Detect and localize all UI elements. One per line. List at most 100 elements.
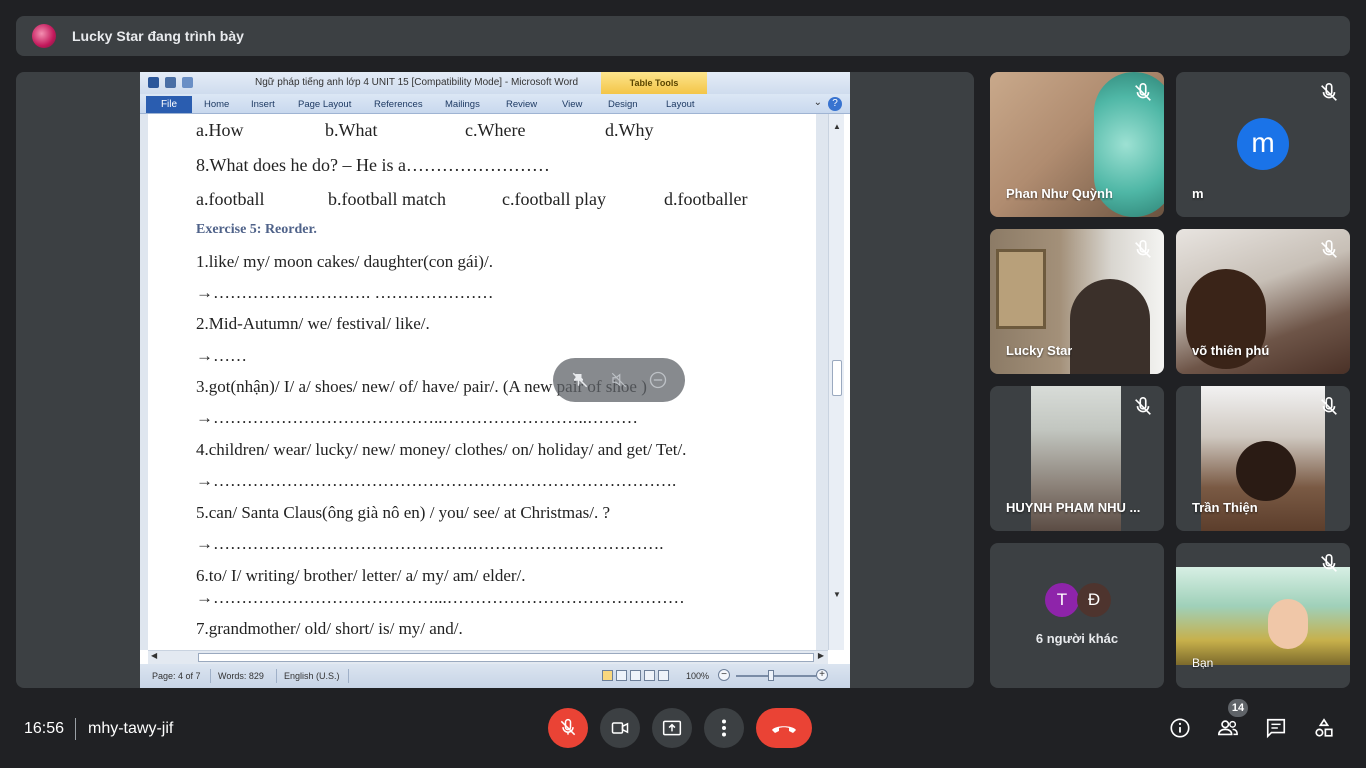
wall-picture <box>996 249 1046 329</box>
participant-tile[interactable]: Trần Thiện <box>1176 386 1350 531</box>
participant-tile[interactable]: HUYNH PHAM NHU ... <box>990 386 1164 531</box>
bottom-bar: 16:56 mhy-tawy-jif 14 <box>0 696 1366 768</box>
person-silhouette <box>1070 279 1150 374</box>
presenting-banner: Lucky Star đang trình bày <box>16 16 1350 56</box>
participant-name: Lucky Star <box>1006 343 1073 358</box>
others-tile[interactable]: T Đ 6 người khác <box>990 543 1164 688</box>
vertical-scrollbar: ▲ ▼ <box>828 114 844 650</box>
language-indicator: English (U.S.) <box>284 671 340 681</box>
divider <box>75 718 76 740</box>
tab-insert: Insert <box>251 99 275 110</box>
participant-name: HUYNH PHAM NHU ... <box>1006 500 1141 515</box>
scroll-right-icon: ▶ <box>817 651 824 660</box>
person-silhouette <box>1236 441 1296 501</box>
doc-line: →……………………………………….……………………………. <box>196 534 664 553</box>
participant-name: m <box>1192 186 1204 201</box>
q7-option-c: c.Where <box>465 120 526 140</box>
mic-off-icon <box>560 718 576 736</box>
meeting-details-button[interactable] <box>1166 714 1194 742</box>
tab-mailings: Mailings <box>445 99 480 110</box>
view-buttons <box>602 670 669 681</box>
people-icon <box>1218 720 1238 736</box>
present-screen-button[interactable] <box>652 708 692 748</box>
pin-off-icon[interactable] <box>569 369 591 391</box>
person-silhouette <box>1268 599 1308 649</box>
q8-option-d: d.footballer <box>664 189 748 209</box>
participant-name: Phan Như Quỳnh <box>1006 186 1113 201</box>
doc-line: →………………………. ………………… <box>196 283 494 302</box>
q8-option-b: b.football match <box>328 189 446 209</box>
mic-off-icon <box>1135 240 1151 258</box>
tab-review: Review <box>506 99 538 110</box>
activities-button[interactable] <box>1310 714 1338 742</box>
q8-question: 8.What does he do? – He is a…………………… <box>196 155 550 175</box>
tab-view: View <box>562 99 583 110</box>
participant-avatar: m <box>1237 118 1289 170</box>
scroll-thumb <box>832 360 842 396</box>
self-tile[interactable]: Bạn <box>1176 543 1350 688</box>
presenting-text: Lucky Star đang trình bày <box>72 28 244 44</box>
doc-left-margin <box>140 114 148 650</box>
volume-off-icon[interactable] <box>608 369 630 391</box>
more-vert-icon <box>722 719 726 737</box>
status-divider <box>348 669 349 683</box>
outline-icon <box>644 670 655 681</box>
scroll-up-icon: ▲ <box>833 122 841 131</box>
remove-icon[interactable] <box>647 369 669 391</box>
doc-line: 6.to/ I/ writing/ brother/ letter/ a/ my… <box>196 566 526 585</box>
presentation-stage: Ngữ pháp tiếng anh lớp 4 UNIT 15 [Compat… <box>16 72 974 688</box>
help-icon: ? <box>828 97 842 111</box>
tab-home: Home <box>204 99 230 110</box>
participant-tile[interactable]: Phan Như Quỳnh <box>990 72 1164 217</box>
q7-option-a: a.How <box>196 120 244 140</box>
participant-tile[interactable]: Lucky Star <box>990 229 1164 374</box>
participant-tile[interactable]: m m <box>1176 72 1350 217</box>
doc-right-margin <box>816 114 828 650</box>
reading-icon <box>616 670 627 681</box>
doc-line: 2.Mid-Autumn/ we/ festival/ like/. <box>196 314 430 333</box>
participant-tile[interactable]: võ thiên phú <box>1176 229 1350 374</box>
activities-icon <box>1315 718 1333 737</box>
call-end-icon <box>772 726 796 733</box>
shared-word-window: Ngữ pháp tiếng anh lớp 4 UNIT 15 [Compat… <box>140 72 850 688</box>
doc-line: →………………………………………………………………………. <box>196 471 677 490</box>
draft-icon <box>658 670 669 681</box>
word-title-bar: Ngữ pháp tiếng anh lớp 4 UNIT 15 [Compat… <box>140 72 850 94</box>
zoom-out-icon: − <box>718 669 730 681</box>
participant-name: Trần Thiện <box>1192 500 1258 515</box>
horizontal-scrollbar: ◀ ▶ <box>148 650 828 664</box>
tab-layout: Layout <box>666 99 695 110</box>
document-page: a.How b.What c.Where d.Why 8.What does h… <box>148 114 816 650</box>
doc-line: 4.children/ wear/ lucky/ new/ money/ clo… <box>196 440 687 459</box>
word-logo-icon <box>148 77 159 88</box>
camera-toggle-button[interactable] <box>600 708 640 748</box>
present-to-all-icon <box>662 720 682 736</box>
print-layout-icon <box>602 670 613 681</box>
word-status-bar: Page: 4 of 7 Words: 829 English (U.S.) 1… <box>140 664 850 688</box>
presenter-avatar <box>32 24 56 48</box>
status-divider <box>276 669 277 683</box>
doc-line: →…………………………………..……………………..……… <box>196 408 638 427</box>
chat-icon <box>1266 718 1286 739</box>
doc-line: →…………………………………...…………………………………… <box>196 588 685 607</box>
more-options-button[interactable] <box>704 708 744 748</box>
mic-off-icon <box>1135 397 1151 415</box>
table-tools-label: Table Tools <box>601 72 707 94</box>
file-tab: File <box>146 96 192 113</box>
chat-button[interactable] <box>1262 714 1290 742</box>
page-indicator: Page: 4 of 7 <box>152 671 201 681</box>
mic-toggle-button[interactable] <box>548 708 588 748</box>
tab-page-layout: Page Layout <box>298 99 352 110</box>
word-count: Words: 829 <box>218 671 264 681</box>
leave-call-button[interactable] <box>756 708 812 748</box>
people-button[interactable] <box>1214 714 1242 742</box>
q8-option-a: a.football <box>196 189 265 209</box>
participant-name: Bạn <box>1192 656 1214 670</box>
info-icon <box>1170 718 1190 738</box>
mic-off-icon <box>1321 83 1337 101</box>
meeting-code: mhy-tawy-jif <box>88 720 174 737</box>
word-window-title: Ngữ pháp tiếng anh lớp 4 UNIT 15 [Compat… <box>255 77 579 88</box>
presentation-overlay-controls[interactable] <box>553 358 685 402</box>
doc-line: 5.can/ Santa Claus(ông già nô en) / you/… <box>196 503 611 522</box>
doc-line: 1.like/ my/ moon cakes/ daughter(con gái… <box>196 252 493 271</box>
